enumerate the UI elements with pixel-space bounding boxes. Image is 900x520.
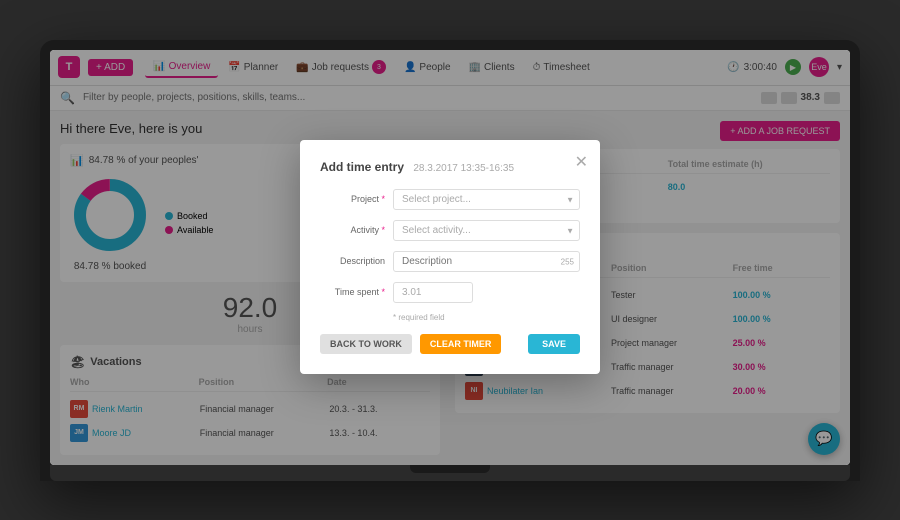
description-field: Description 255 (320, 251, 580, 272)
time-input[interactable] (393, 282, 473, 303)
time-label: Time spent * (320, 282, 385, 297)
description-input[interactable] (393, 251, 580, 272)
time-input-wrap (393, 282, 580, 303)
description-input-wrap: 255 (393, 251, 580, 272)
char-count: 255 (561, 257, 574, 266)
project-select[interactable]: Select project... (393, 189, 580, 210)
project-select-wrap: Select project... ▼ (393, 189, 580, 210)
required-note: * required field (393, 313, 580, 322)
back-to-work-button[interactable]: BACK TO WORK (320, 334, 412, 354)
description-label: Description (320, 251, 385, 266)
activity-select-wrap: Select activity... ▼ (393, 220, 580, 241)
modal-close-button[interactable]: ✕ (575, 152, 588, 172)
save-button[interactable]: SAVE (528, 334, 580, 354)
add-time-entry-modal: Add time entry 28.3.2017 13:35-16:35 ✕ P… (300, 140, 600, 374)
time-spent-field: Time spent * (320, 282, 580, 303)
modal-title: Add time entry 28.3.2017 13:35-16:35 (320, 160, 580, 174)
activity-select[interactable]: Select activity... (393, 220, 580, 241)
project-label: Project * (320, 189, 385, 204)
modal-overlay: Add time entry 28.3.2017 13:35-16:35 ✕ P… (50, 50, 850, 465)
modal-title-text: Add time entry (320, 160, 404, 174)
modal-subtitle: 28.3.2017 13:35-16:35 (413, 163, 514, 174)
modal-actions: BACK TO WORK CLEAR TIMER SAVE (320, 334, 580, 354)
clear-timer-button[interactable]: CLEAR TIMER (420, 334, 502, 354)
activity-label: Activity * (320, 220, 385, 235)
activity-field: Activity * Select activity... ▼ (320, 220, 580, 241)
project-field: Project * Select project... ▼ (320, 189, 580, 210)
